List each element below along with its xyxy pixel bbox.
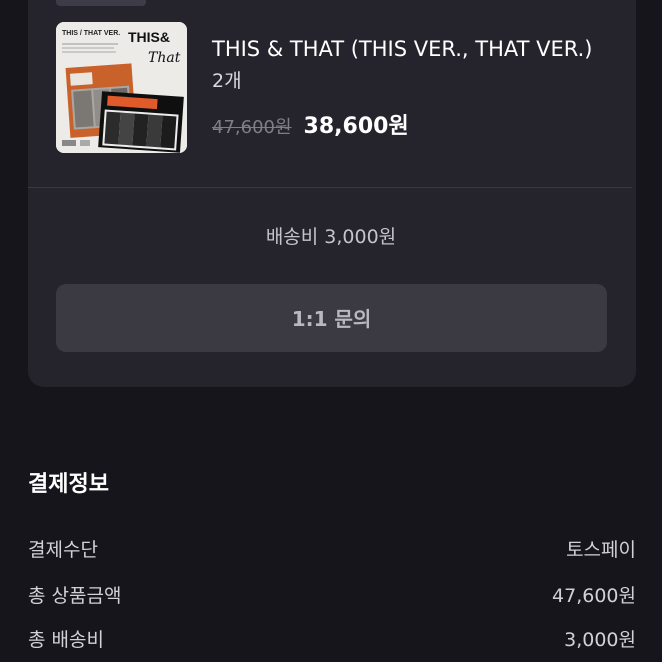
cover-script-text: That [148, 50, 181, 66]
payment-info-title: 결제정보 [28, 472, 109, 497]
order-detail-page: THIS / THAT VER. THIS& That THIS & THAT … [0, 0, 662, 662]
inquiry-button[interactable]: 1:1 문의 [56, 284, 607, 352]
price-row: 47,600원 38,600원 [212, 108, 632, 140]
payment-row-method: 결제수단 토스페이 [28, 532, 636, 564]
product-image[interactable]: THIS / THAT VER. THIS& That [56, 22, 187, 153]
previous-item-tab [56, 0, 146, 6]
shipping-total-label: 총 배송비 [28, 628, 104, 651]
shipping-total-value: 3,000원 [564, 628, 636, 651]
payment-info-section: 결제정보 결제수단 토스페이 총 상품금액 47,600원 총 배송비 3,00… [28, 465, 636, 651]
cover-top-text: THIS / THAT VER. [62, 30, 120, 37]
shipping-fee: 배송비 3,000원 [265, 226, 397, 248]
payment-row-product-total: 총 상품금액 47,600원 [28, 578, 636, 610]
sale-price: 38,600원 [303, 114, 409, 139]
cover-big-text: THIS& [128, 29, 170, 45]
product-title[interactable]: THIS & THAT (THIS VER., THAT VER.) [212, 34, 632, 64]
original-price: 47,600원 [212, 117, 292, 138]
card-divider [28, 187, 632, 188]
payment-row-shipping-total: 총 배송비 3,000원 [28, 622, 636, 654]
album-cover-graphic: THIS / THAT VER. THIS& That [56, 22, 187, 153]
product-info: THIS & THAT (THIS VER., THAT VER.) 2개 47… [212, 34, 632, 140]
product-total-label: 총 상품금액 [28, 584, 122, 607]
payment-method-value: 토스페이 [566, 538, 636, 561]
product-quantity: 2개 [212, 70, 242, 92]
product-total-value: 47,600원 [552, 584, 636, 607]
payment-method-label: 결제수단 [28, 538, 98, 561]
